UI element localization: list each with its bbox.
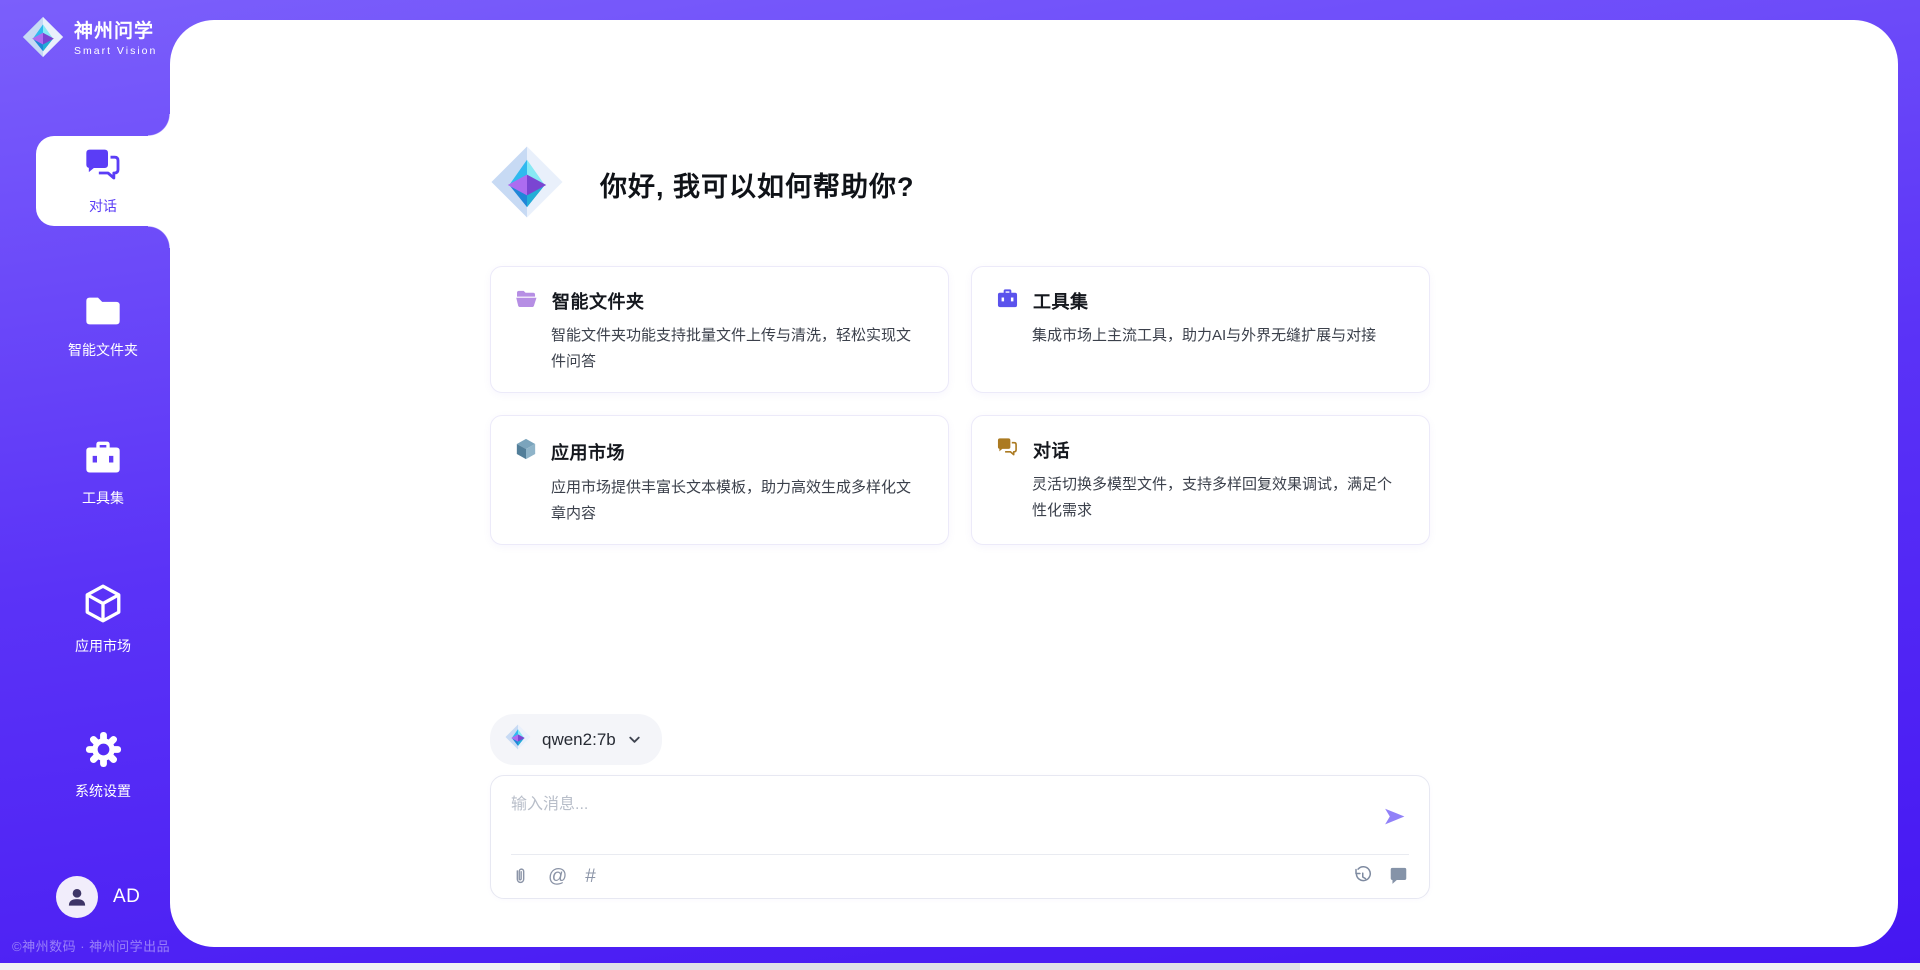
message-input[interactable] <box>511 790 1380 850</box>
history-button[interactable] <box>1352 866 1372 886</box>
sidebar-item-chat[interactable]: 对话 <box>36 136 170 226</box>
hashtag-button[interactable]: # <box>585 867 596 886</box>
card-description: 应用市场提供丰富长文本模板，助力高效生成多样化文章内容 <box>551 475 924 526</box>
greeting-row: 你好, 我可以如何帮助你? <box>490 145 1430 224</box>
brand-diamond-icon <box>490 145 564 224</box>
greeting-heading: 你好, 我可以如何帮助你? <box>600 165 915 204</box>
brand-diamond-icon <box>505 724 531 755</box>
card-app-market[interactable]: 应用市场 应用市场提供丰富长文本模板，助力高效生成多样化文章内容 <box>490 415 949 545</box>
composer: qwen2:7b <box>490 714 1430 899</box>
chat-icon <box>996 437 1019 463</box>
sidebar-item-label: 工具集 <box>82 488 124 508</box>
card-chat[interactable]: 对话 灵活切换多模型文件，支持多样回复效果调试，满足个性化需求 <box>971 415 1430 545</box>
message-input-card: @ # <box>490 775 1430 899</box>
sidebar-item-label: 应用市场 <box>75 636 131 656</box>
card-title: 工具集 <box>1033 288 1089 314</box>
model-selector[interactable]: qwen2:7b <box>490 714 662 765</box>
card-description: 灵活切换多模型文件，支持多样回复效果调试，满足个性化需求 <box>1032 472 1405 523</box>
card-title: 对话 <box>1033 437 1070 463</box>
sidebar-item-label: 对话 <box>89 196 117 216</box>
send-button[interactable] <box>1380 802 1409 831</box>
cube-icon <box>84 583 122 629</box>
brand-subtitle: Smart Vision <box>74 45 157 57</box>
sidebar-item-settings[interactable]: 系统设置 <box>36 720 170 810</box>
chat-icon <box>83 147 123 189</box>
horizontal-scrollbar-thumb[interactable] <box>560 963 1300 970</box>
chevron-down-icon <box>627 732 642 747</box>
sidebar: 神州问学 Smart Vision 对话 <box>0 0 170 970</box>
briefcase-icon <box>996 288 1019 314</box>
cube-grid-icon <box>515 437 537 466</box>
avatar <box>56 876 98 918</box>
attach-file-button[interactable] <box>511 867 530 886</box>
brand-name: 神州问学 <box>74 22 157 43</box>
user-name: AD <box>113 886 140 908</box>
sidebar-item-toolset[interactable]: 工具集 <box>36 428 170 518</box>
mention-icon: @ <box>548 867 567 886</box>
card-toolset[interactable]: 工具集 集成市场上主流工具，助力AI与外界无缝扩展与对接 <box>971 266 1430 393</box>
model-name: qwen2:7b <box>542 730 616 750</box>
app-root: 神州问学 Smart Vision 对话 <box>0 0 1920 970</box>
brand-logo: 神州问学 Smart Vision <box>22 16 157 63</box>
chat-bubble-button[interactable] <box>1388 867 1409 886</box>
card-title: 应用市场 <box>551 439 625 465</box>
sidebar-footer: ©神州数码 · 神州问学出品 <box>12 936 170 955</box>
card-description: 集成市场上主流工具，助力AI与外界无缝扩展与对接 <box>1032 323 1405 349</box>
sidebar-item-smart-folder[interactable]: 智能文件夹 <box>36 282 170 372</box>
gear-icon <box>84 730 123 774</box>
brand-diamond-icon <box>22 16 64 63</box>
card-title: 智能文件夹 <box>552 288 645 314</box>
card-description: 智能文件夹功能支持批量文件上传与清洗，轻松实现文件问答 <box>551 323 924 374</box>
paperclip-icon <box>511 867 530 886</box>
history-icon <box>1352 866 1372 886</box>
horizontal-scrollbar-track <box>0 963 1920 970</box>
input-divider <box>511 854 1409 855</box>
sidebar-item-label: 智能文件夹 <box>68 340 138 360</box>
sidebar-item-app-market[interactable]: 应用市场 <box>36 574 170 664</box>
folder-open-icon <box>515 289 538 313</box>
mention-button[interactable]: @ <box>548 867 567 886</box>
chat-bubble-icon <box>1388 867 1409 886</box>
toolbox-icon <box>83 439 123 481</box>
sidebar-item-label: 系统设置 <box>75 781 131 801</box>
folder-icon <box>83 294 123 333</box>
hashtag-icon: # <box>585 867 596 886</box>
feature-cards: 智能文件夹 智能文件夹功能支持批量文件上传与清洗，轻松实现文件问答 工具集 集成… <box>490 266 1430 545</box>
main-content: 你好, 我可以如何帮助你? 智能文件夹 智能文件夹功能支持批量文件上传与清洗，轻… <box>490 0 1430 899</box>
card-smart-folder[interactable]: 智能文件夹 智能文件夹功能支持批量文件上传与清洗，轻松实现文件问答 <box>490 266 949 393</box>
user-account-button[interactable]: AD <box>56 876 140 918</box>
send-icon <box>1382 804 1407 829</box>
sidebar-nav: 对话 智能文件夹 工具集 <box>0 136 170 810</box>
